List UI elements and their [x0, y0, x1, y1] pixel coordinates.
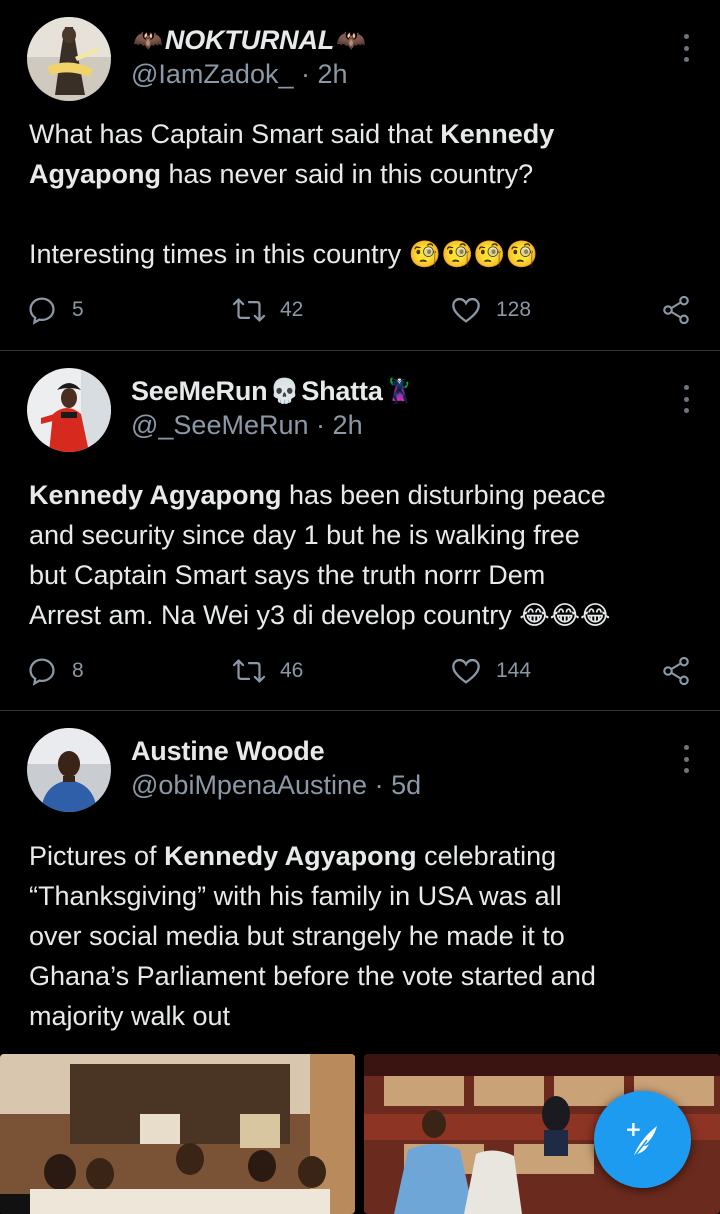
more-options-icon[interactable]	[680, 34, 692, 62]
handle[interactable]: @IamZadok_	[131, 59, 293, 89]
text-segment: Pictures of	[29, 841, 165, 871]
share-button[interactable]	[660, 290, 692, 330]
avatar[interactable]	[27, 368, 111, 452]
reply-icon	[29, 658, 55, 686]
tweet-text-line: Interesting times in this country 🧐🧐🧐🧐	[29, 234, 699, 274]
retweet-icon	[232, 298, 266, 322]
more-options-icon[interactable]	[680, 745, 692, 773]
tweet-text-line: Arrest am. Na Wei y3 di develop country …	[29, 595, 699, 635]
like-count: 128	[496, 298, 532, 321]
text-segment: and security since day 1 but he is walki…	[29, 520, 580, 550]
bat-icon: 🦇	[336, 26, 366, 54]
text-segment: majority walk out	[29, 1001, 231, 1031]
bat-icon: 🦇	[133, 26, 163, 54]
text-segment: over social media but strangely he made …	[29, 921, 565, 951]
more-options-icon[interactable]	[680, 385, 692, 413]
reply-icon	[29, 297, 55, 325]
handle[interactable]: @_SeeMeRun	[131, 410, 309, 440]
handle-time: @_SeeMeRun · 2h	[131, 410, 363, 441]
author-name[interactable]: 🦇 NOKTURNAL 🦇	[131, 22, 368, 58]
retweet-count: 42	[280, 298, 304, 321]
share-icon	[663, 295, 689, 325]
tweet-text-line: Pictures of Kennedy Agyapong celebrating	[29, 836, 699, 876]
mention-bold-text: Kennedy Agyapong	[164, 841, 417, 871]
tweet-text-line: majority walk out	[29, 996, 699, 1036]
text-segment: What has Captain Smart said that	[29, 119, 441, 149]
separator: ·	[374, 770, 384, 800]
tweet-text: Kennedy Agyapong has been disturbing pea…	[29, 475, 699, 635]
tweet-text: Pictures of Kennedy Agyapong celebrating…	[29, 836, 699, 1036]
compose-tweet-button[interactable]: +	[594, 1091, 691, 1188]
like-count: 144	[496, 659, 532, 682]
tweet-text-line: Kennedy Agyapong has been disturbing pea…	[29, 475, 699, 515]
display-name-2: Shatta	[301, 375, 383, 406]
like-button[interactable]: 144	[450, 651, 531, 691]
reply-button[interactable]: 8	[26, 651, 84, 691]
retweet-button[interactable]: 42	[232, 290, 303, 330]
timestamp[interactable]: 2h	[333, 410, 363, 440]
tweet-text-line: “Thanksgiving” with his family in USA wa…	[29, 876, 699, 916]
tweet-text-line: but Captain Smart says the truth norrr D…	[29, 555, 699, 595]
villain-icon: 🦹	[384, 377, 415, 405]
tweet-text-line: Agyapong has never said in this country?	[29, 154, 699, 194]
emoji: 😂😂😂	[519, 600, 611, 630]
handle[interactable]: @obiMpenaAustine	[131, 770, 367, 800]
like-button[interactable]: 128	[450, 290, 531, 330]
reply-count: 5	[72, 298, 84, 321]
tweet[interactable]: 🦇 NOKTURNAL 🦇 @IamZadok_ · 2h What has C…	[0, 0, 720, 350]
media-image-family-dinner[interactable]	[0, 1054, 355, 1214]
text-segment: but Captain Smart says the truth norrr D…	[29, 560, 546, 590]
timestamp[interactable]: 2h	[318, 59, 348, 89]
timeline-feed: 🦇 NOKTURNAL 🦇 @IamZadok_ · 2h What has C…	[0, 0, 720, 1214]
tweet-actions: 5 42 128	[0, 290, 720, 330]
avatar[interactable]	[27, 728, 111, 812]
tweet-text-line: over social media but strangely he made …	[29, 916, 699, 956]
display-name: SeeMeRun	[131, 375, 268, 406]
tweet-text-line: What has Captain Smart said that Kennedy	[29, 114, 699, 154]
author-name[interactable]: Austine Woode	[131, 733, 325, 769]
tweet[interactable]: SeeMeRun 💀 Shatta 🦹 @_SeeMeRun · 2h Kenn…	[0, 351, 720, 710]
mention-bold-text: Kennedy	[440, 119, 555, 149]
skull-icon: 💀	[269, 377, 300, 405]
emoji: 🧐🧐🧐🧐	[408, 239, 539, 269]
tweet-actions: 8 46 144	[0, 651, 720, 691]
feather-icon: +	[625, 1117, 657, 1158]
heart-icon	[452, 297, 480, 323]
handle-time: @obiMpenaAustine · 5d	[131, 770, 421, 801]
text-segment: Ghana’s Parliament before the vote start…	[29, 961, 596, 991]
separator: ·	[301, 59, 310, 89]
text-segment: celebrating	[416, 841, 557, 871]
text-segment: has been disturbing peace	[281, 480, 606, 510]
tweet-text-line: Ghana’s Parliament before the vote start…	[29, 956, 699, 996]
reply-button[interactable]: 5	[26, 290, 84, 330]
timestamp[interactable]: 5d	[391, 770, 421, 800]
retweet-icon	[232, 659, 266, 683]
tweet-text-line	[29, 194, 699, 234]
handle-time: @IamZadok_ · 2h	[131, 59, 348, 90]
share-icon	[663, 656, 689, 686]
display-name: Austine Woode	[131, 735, 325, 766]
retweet-button[interactable]: 46	[232, 651, 303, 691]
tweet-text-line: and security since day 1 but he is walki…	[29, 515, 699, 555]
tweet-text: What has Captain Smart said that Kennedy…	[29, 114, 699, 274]
share-button[interactable]	[660, 651, 692, 691]
reply-count: 8	[72, 659, 84, 682]
text-segment: Interesting times in this country	[29, 239, 409, 269]
display-name: NOKTURNAL	[164, 24, 335, 55]
text-segment: Arrest am. Na Wei y3 di develop country	[29, 600, 520, 630]
separator: ·	[316, 410, 326, 440]
plus-icon: +	[625, 1117, 642, 1141]
retweet-count: 46	[280, 659, 304, 682]
avatar[interactable]	[27, 17, 111, 101]
author-name[interactable]: SeeMeRun 💀 Shatta 🦹	[131, 373, 417, 409]
mention-bold-text: Kennedy Agyapong	[29, 480, 282, 510]
heart-icon	[452, 658, 480, 684]
text-segment: has never said in this country?	[161, 159, 534, 189]
text-segment: “Thanksgiving” with his family in USA wa…	[29, 881, 562, 911]
mention-bold-text: Agyapong	[29, 159, 161, 189]
